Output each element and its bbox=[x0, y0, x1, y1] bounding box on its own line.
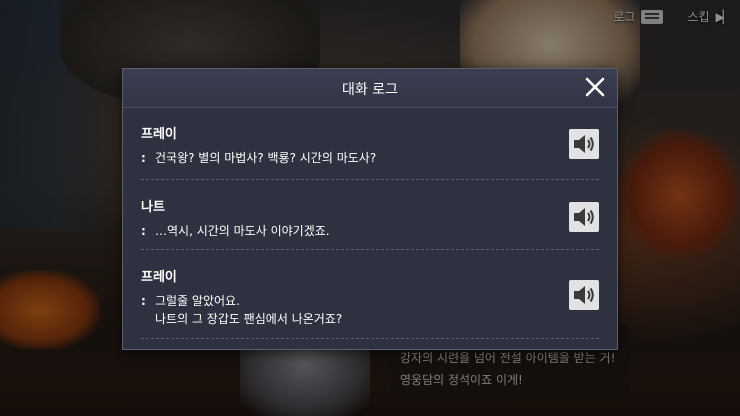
dialog-header: 대화 로그 bbox=[123, 69, 617, 108]
log-entry: 나트 : …역시, 시간의 마도사 이야기겠죠. bbox=[141, 180, 599, 250]
close-icon bbox=[585, 77, 605, 97]
dialogue-text: 건국왕? 별의 마법사? 백룡? 시간의 마도사? bbox=[155, 151, 377, 165]
log-entry: 프레이 : 건국왕? 별의 마법사? 백룡? 시간의 마도사? bbox=[141, 107, 599, 180]
dialogue-log-list: 프레이 : 건국왕? 별의 마법사? 백룡? 시간의 마도사? 나트 : …역시, … bbox=[141, 107, 599, 339]
play-voice-button[interactable] bbox=[569, 129, 599, 159]
speaker-name: 나트 bbox=[141, 200, 165, 215]
dialogue-text: …역시, 시간의 마도사 이야기겠죠. bbox=[155, 224, 330, 238]
speaker-colon: : bbox=[141, 224, 146, 238]
play-voice-button[interactable] bbox=[569, 202, 599, 232]
speaker-volume-icon bbox=[574, 135, 594, 153]
dialogue-line: : …역시, 시간의 마도사 이야기겠죠. bbox=[141, 222, 330, 240]
play-voice-button[interactable] bbox=[569, 280, 599, 310]
speaker-volume-icon bbox=[574, 286, 594, 304]
speaker-colon: : bbox=[141, 151, 146, 165]
dialogue-line: : 그럴줄 알았어요. bbox=[141, 292, 240, 310]
speaker-volume-icon bbox=[574, 208, 594, 226]
close-button[interactable] bbox=[583, 75, 607, 99]
dialogue-text: 나트의 그 장갑도 팬심에서 나온거죠? bbox=[155, 312, 343, 326]
dialogue-text: 그럴줄 알았어요. bbox=[155, 294, 240, 308]
dialogue-line: : 건국왕? 별의 마법사? 백룡? 시간의 마도사? bbox=[141, 149, 376, 167]
speaker-name: 프레이 bbox=[141, 270, 177, 285]
dialog-title: 대화 로그 bbox=[342, 82, 398, 98]
log-entry: 프레이 : 그럴줄 알았어요. 나트의 그 장갑도 팬심에서 나온거죠? bbox=[141, 250, 599, 339]
dialogue-log-dialog: 대화 로그 프레이 : 건국왕? 별의 마법사? 백룡? 시간의 마도사? 나트… bbox=[122, 68, 618, 350]
speaker-colon: : bbox=[141, 294, 146, 308]
speaker-name: 프레이 bbox=[141, 127, 177, 142]
